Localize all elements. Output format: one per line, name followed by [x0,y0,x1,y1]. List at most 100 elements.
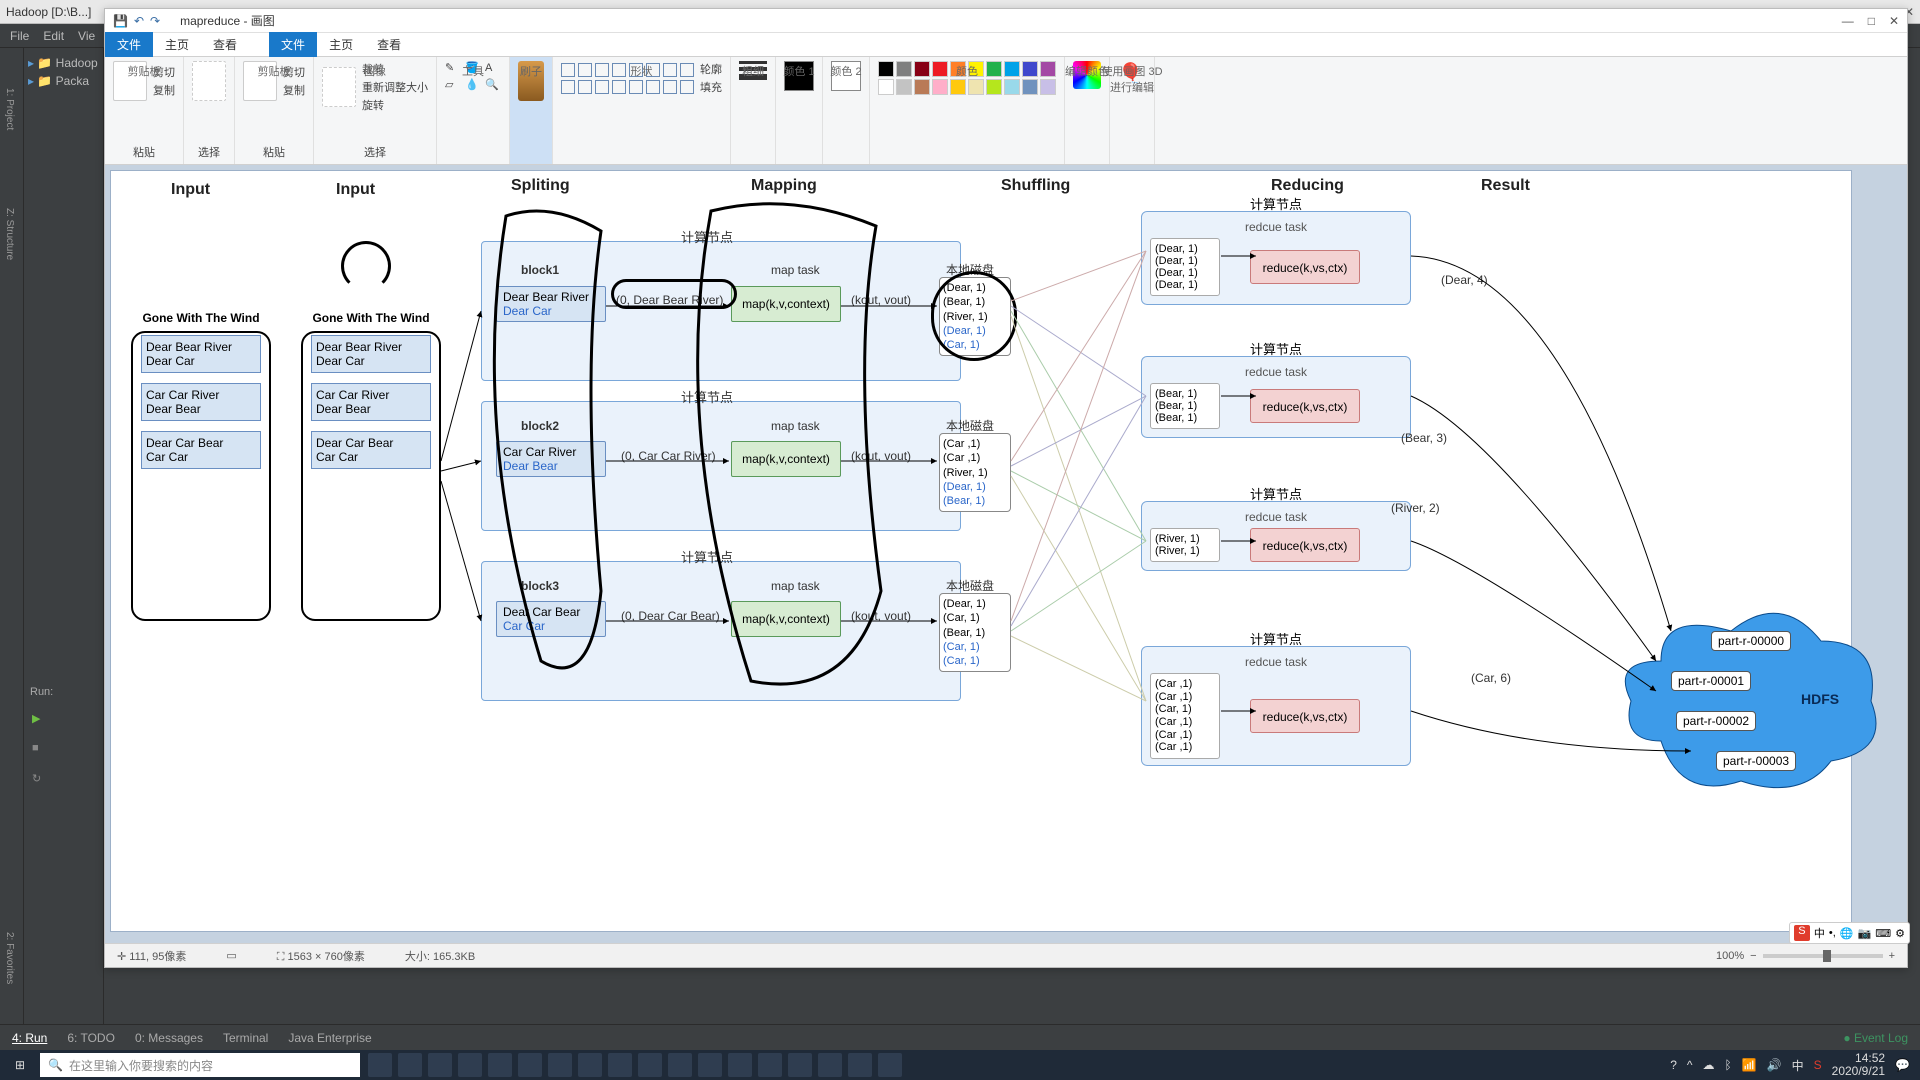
zoom-slider[interactable] [1763,954,1883,958]
tool-messages[interactable]: 0: Messages [135,1031,203,1045]
intellij-icon[interactable] [668,1053,692,1077]
clock-date[interactable]: 2020/9/21 [1832,1064,1885,1078]
chrome-icon[interactable] [788,1053,812,1077]
run-icon[interactable]: ▶ [32,712,52,732]
rerun-icon[interactable]: ↻ [32,772,52,792]
tab-home2[interactable]: 主页 [317,32,365,57]
copy-button2[interactable]: 复制 [283,82,305,98]
color-swatch[interactable] [1004,79,1020,95]
eraser-icon[interactable]: ▱ [445,78,461,91]
copy-button[interactable]: 复制 [153,82,175,98]
app-icon[interactable] [878,1053,902,1077]
ime-indicator[interactable]: S中•,🌐📷⌨⚙ [1789,922,1910,944]
color-swatch[interactable] [950,79,966,95]
zoom-in[interactable]: + [1889,950,1895,962]
out-bear: (Bear, 3) [1401,431,1447,445]
canvas[interactable]: Input Input Spliting Mapping Shuffling R… [111,171,1851,931]
sogou-icon[interactable]: S [1814,1058,1822,1072]
outline-button[interactable]: 轮廓 [700,61,722,77]
canvas-area[interactable]: Input Input Spliting Mapping Shuffling R… [105,165,1907,943]
tool-favorites[interactable]: 2: Favorites [4,932,15,984]
edge-icon[interactable] [428,1053,452,1077]
color-swatch[interactable] [932,61,948,77]
cortana-icon[interactable] [368,1053,392,1077]
app-icon[interactable] [638,1053,662,1077]
pencil-icon[interactable]: ✎ [445,61,461,74]
tab-file2[interactable]: 文件 [269,32,317,57]
fill-button[interactable]: 填充 [700,79,722,95]
color-swatch[interactable] [1022,61,1038,77]
color-swatch[interactable] [914,61,930,77]
tray-up-icon[interactable]: ^ [1687,1058,1693,1072]
app-icon[interactable] [578,1053,602,1077]
taskbar-search[interactable]: 🔍 在这里输入你要搜索的内容 [40,1053,360,1077]
help-icon[interactable]: ? [1670,1058,1677,1072]
reduce-node-3: 计算节点 redcue task (River, 1)(River, 1)red… [1141,501,1411,571]
system-tray[interactable]: ? ^ ☁ ᛒ 📶 🔊 中S 14:522020/9/21 💬 [1660,1052,1920,1078]
tool-run[interactable]: 4: Run [12,1031,47,1045]
select-button2[interactable] [322,67,356,107]
resize-button[interactable]: 重新调整大小 [362,79,428,95]
color-swatch[interactable] [914,79,930,95]
tool-structure[interactable]: Z: Structure [4,208,15,260]
paint-max-icon[interactable]: □ [1868,14,1875,28]
color-swatch[interactable] [1022,79,1038,95]
tool-java-ee[interactable]: Java Enterprise [288,1031,371,1045]
tab-file[interactable]: 文件 [105,32,153,57]
ime-icon[interactable]: 中 [1792,1057,1804,1074]
menu-edit[interactable]: Edit [43,29,64,43]
tool-todo[interactable]: 6: TODO [67,1031,115,1045]
paint-close-icon[interactable]: ✕ [1889,14,1899,28]
menu-view[interactable]: Vie [78,29,95,43]
tab-home[interactable]: 主页 [153,32,201,57]
paint-min-icon[interactable]: — [1842,14,1854,28]
taskview-icon[interactable] [398,1053,422,1077]
color-swatch[interactable] [878,79,894,95]
paint-icon[interactable] [818,1053,842,1077]
text-icon[interactable]: A [485,62,501,74]
app-icon[interactable] [518,1053,542,1077]
zoom-icon[interactable]: 🔍 [485,78,501,91]
mail-icon[interactable] [488,1053,512,1077]
color-swatch[interactable] [986,61,1002,77]
color-swatch[interactable] [896,79,912,95]
tool-event-log[interactable]: ● Event Log [1843,1031,1908,1045]
word-icon[interactable] [698,1053,722,1077]
notifications-icon[interactable]: 💬 [1895,1058,1910,1072]
wifi-icon[interactable]: 📶 [1742,1058,1757,1072]
app-icon[interactable] [758,1053,782,1077]
clock-time[interactable]: 14:52 [1855,1051,1885,1065]
explorer-icon[interactable] [458,1053,482,1077]
menu-file[interactable]: File [10,29,29,43]
tool-project[interactable]: 1: Project [4,88,15,130]
undo-icon[interactable]: ↶ [134,14,144,28]
volume-icon[interactable]: 🔊 [1767,1058,1782,1072]
color-swatch[interactable] [1040,61,1056,77]
excel-icon[interactable] [728,1053,752,1077]
shapes-gallery[interactable] [561,63,694,94]
tab-view[interactable]: 查看 [201,32,249,57]
color-swatch[interactable] [878,61,894,77]
tool-terminal[interactable]: Terminal [223,1031,268,1045]
color-swatch[interactable] [1040,79,1056,95]
picker-icon[interactable]: 💧 [465,78,481,91]
app-icon[interactable] [608,1053,632,1077]
app-icon[interactable] [848,1053,872,1077]
tab-view2[interactable]: 查看 [365,32,413,57]
color-swatch[interactable] [1004,61,1020,77]
save-icon[interactable]: 💾 [113,14,128,28]
project-packages[interactable]: Packa [56,74,89,88]
redo-icon[interactable]: ↷ [150,14,160,28]
onedrive-icon[interactable]: ☁ [1703,1058,1715,1072]
color-swatch[interactable] [896,61,912,77]
zoom-out[interactable]: − [1750,950,1756,962]
color-swatch[interactable] [932,79,948,95]
start-button[interactable]: ⊞ [0,1058,40,1072]
rotate-button[interactable]: 旋转 [362,97,428,113]
project-root[interactable]: Hadoop [56,56,98,70]
app-icon[interactable] [548,1053,572,1077]
bt-icon[interactable]: ᛒ [1725,1058,1732,1072]
color-swatch[interactable] [986,79,1002,95]
stop-icon[interactable]: ■ [32,742,52,762]
color-swatch[interactable] [968,79,984,95]
